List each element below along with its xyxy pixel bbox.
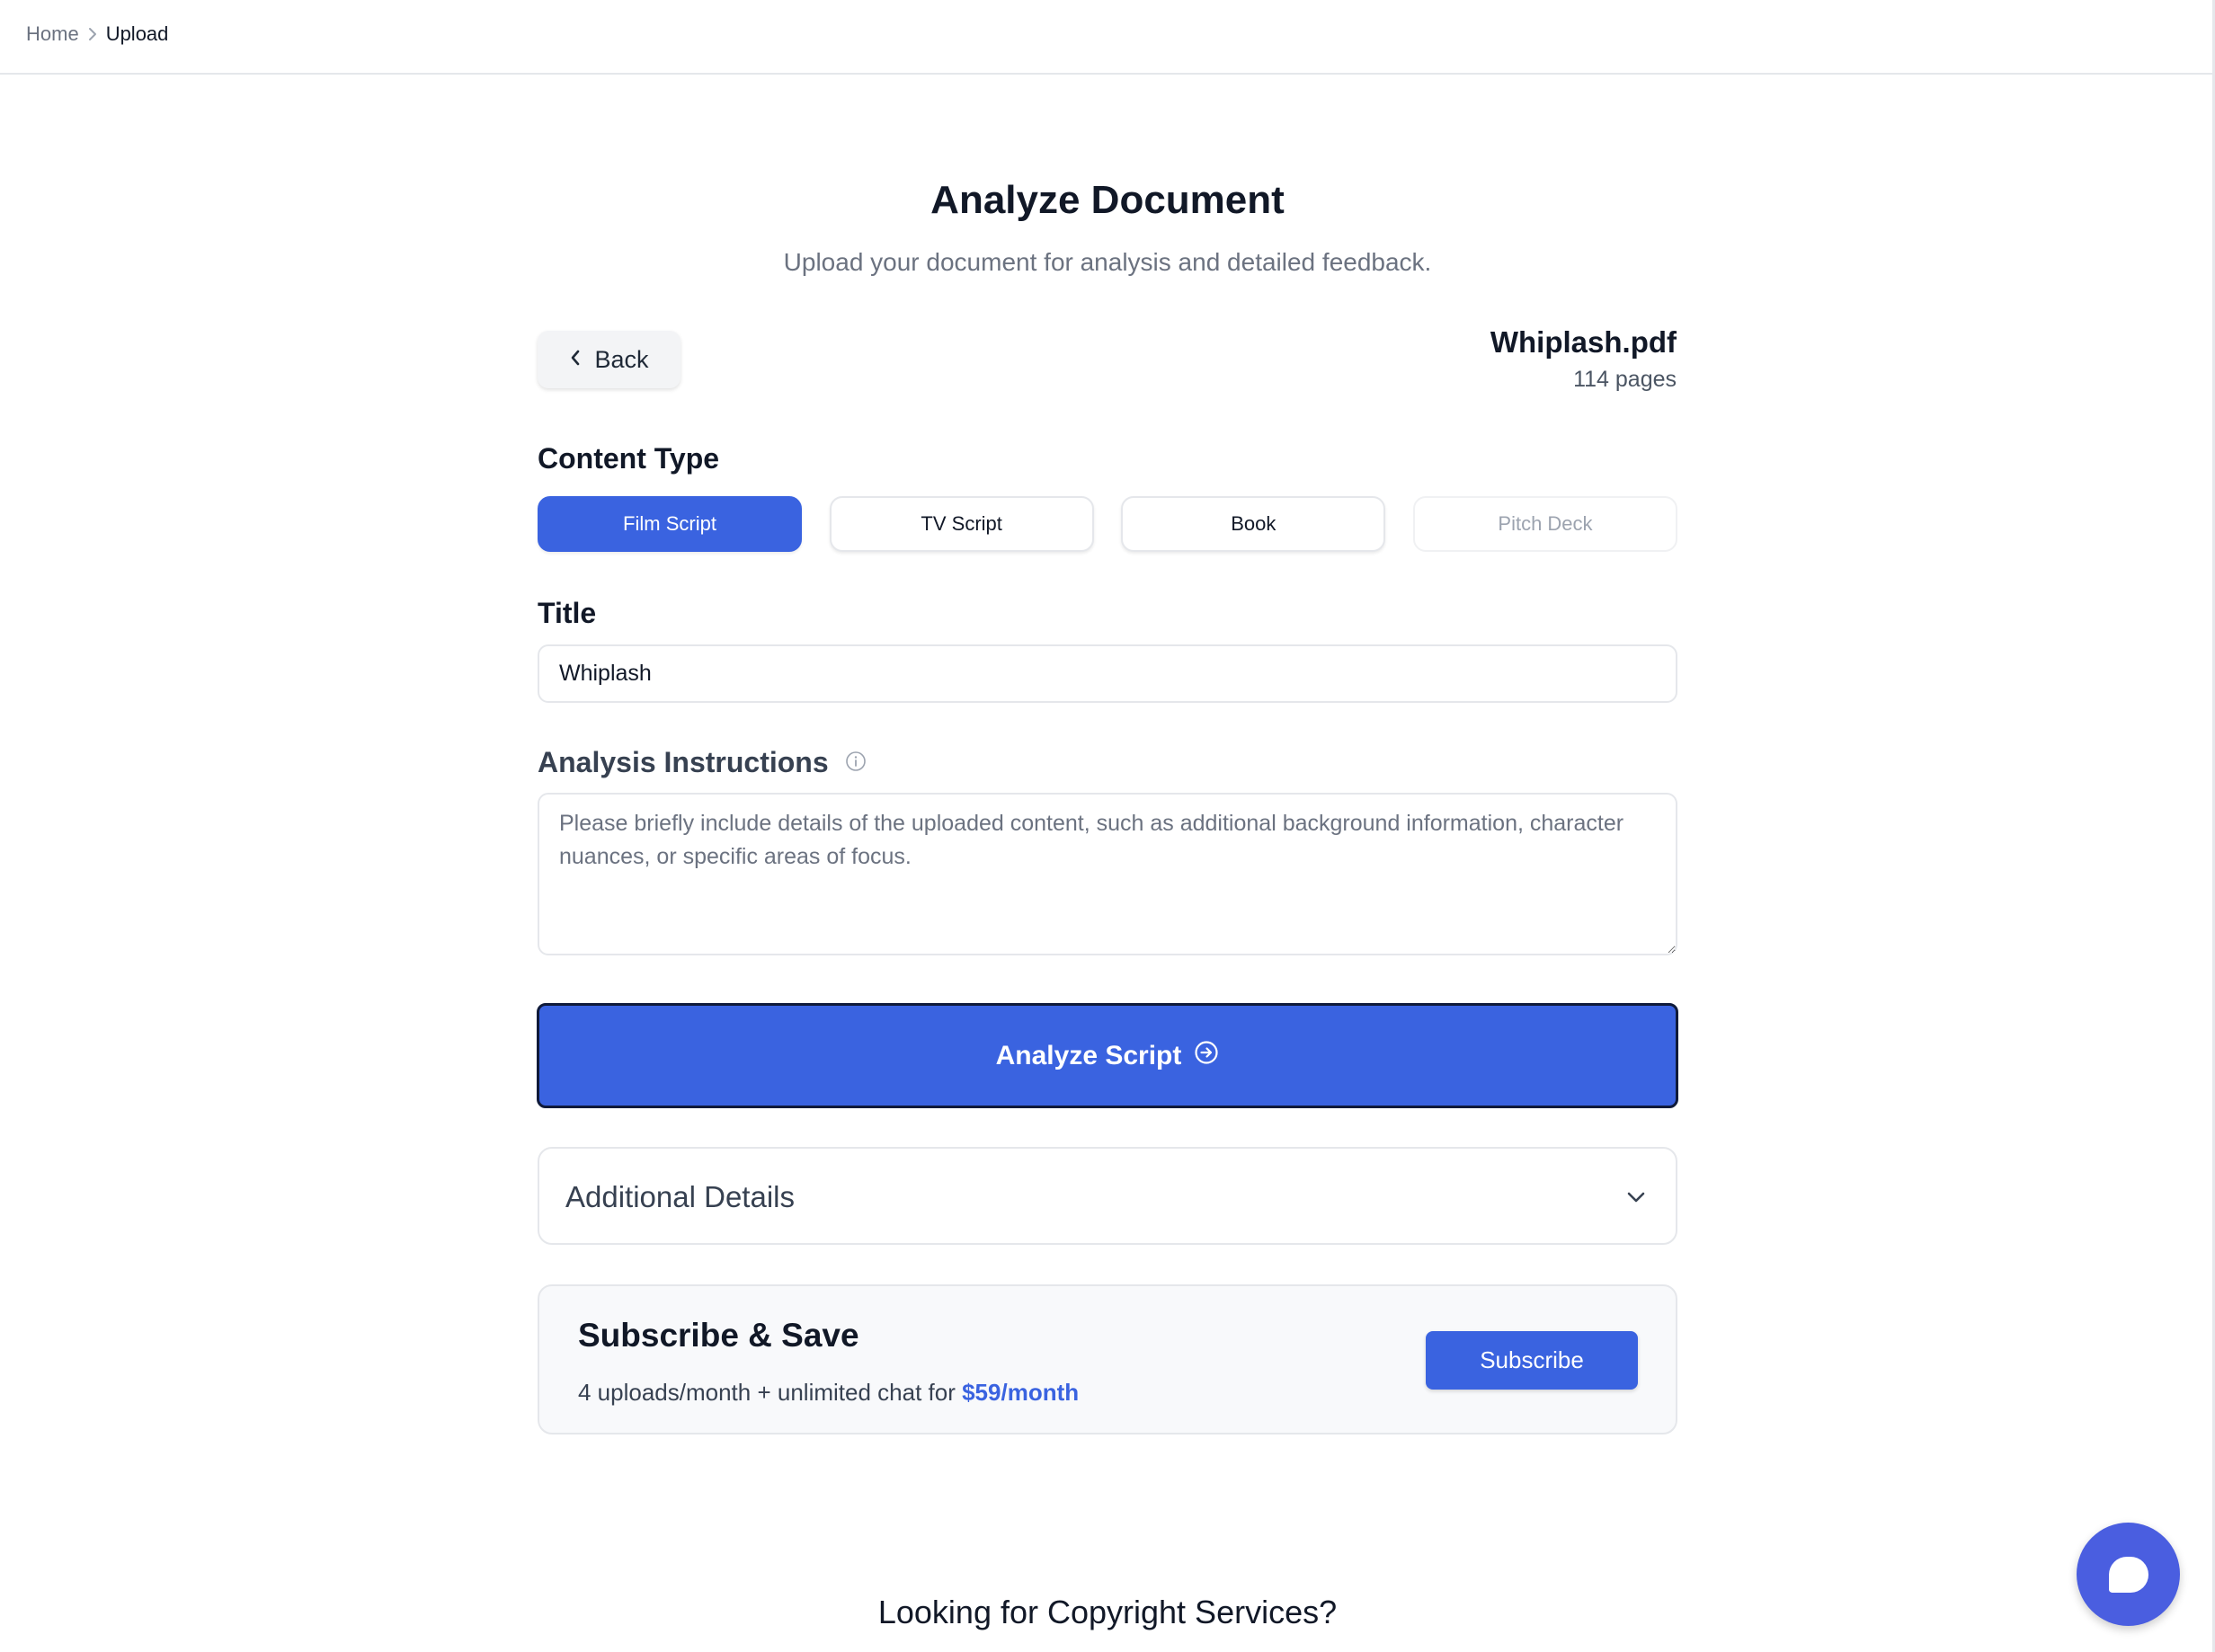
- chevron-left-icon: [569, 346, 582, 374]
- back-button-label: Back: [594, 345, 649, 373]
- top-bar: Home Upload: [0, 0, 2212, 75]
- copyright-services-heading: Looking for Copyright Services?: [877, 1594, 1338, 1630]
- subscribe-text: 4 uploads/month + unlimited chat for $59…: [578, 1379, 1079, 1407]
- file-name: Whiplash.pdf: [1490, 325, 1677, 359]
- chat-button[interactable]: [2077, 1523, 2180, 1626]
- title-label: Title: [538, 597, 597, 629]
- breadcrumb-home-link[interactable]: Home: [26, 22, 79, 46]
- content-type-pitch-deck[interactable]: Pitch Deck: [1412, 496, 1677, 552]
- additional-details-label: Additional Details: [565, 1180, 795, 1213]
- chevron-down-icon: [1623, 1185, 1649, 1214]
- analyze-script-label: Analyze Script: [995, 1040, 1182, 1070]
- content-type-label: Content Type: [538, 442, 720, 475]
- subscribe-title: Subscribe & Save: [578, 1317, 859, 1354]
- breadcrumb-current: Upload: [105, 22, 169, 45]
- content-type-tv-script[interactable]: TV Script: [829, 496, 1094, 552]
- instructions-label: Analysis Instructions: [538, 746, 829, 778]
- breadcrumb: Home Upload: [26, 22, 168, 46]
- title-input[interactable]: [538, 644, 1677, 703]
- page-title: Analyze Document: [930, 178, 1285, 222]
- subscribe-description: 4 uploads/month + unlimited chat for: [578, 1379, 956, 1406]
- subscribe-card: Subscribe & Save 4 uploads/month + unlim…: [538, 1284, 1677, 1434]
- file-info: Whiplash.pdf 114 pages: [1490, 325, 1677, 393]
- subscribe-price: $59/month: [962, 1379, 1080, 1406]
- analyze-script-button[interactable]: Analyze Script: [537, 1003, 1678, 1108]
- instructions-label-row: Analysis Instructions: [538, 746, 867, 779]
- instructions-textarea[interactable]: [538, 793, 1677, 955]
- content-type-selector: Film Script TV Script Book Pitch Deck: [538, 496, 1677, 554]
- chat-icon: [2108, 1556, 2148, 1593]
- content-type-book[interactable]: Book: [1121, 496, 1386, 552]
- content-type-film-script[interactable]: Film Script: [538, 496, 802, 552]
- file-page-count: 114 pages: [1573, 367, 1677, 392]
- page-subtitle: Upload your document for analysis and de…: [783, 248, 1432, 276]
- additional-details-accordion[interactable]: Additional Details: [538, 1147, 1677, 1245]
- subscribe-button[interactable]: Subscribe: [1426, 1331, 1638, 1390]
- arrow-circle-right-icon: [1194, 1040, 1219, 1072]
- back-button[interactable]: Back: [538, 331, 681, 388]
- info-icon[interactable]: [845, 746, 867, 779]
- chevron-right-icon: [79, 24, 106, 44]
